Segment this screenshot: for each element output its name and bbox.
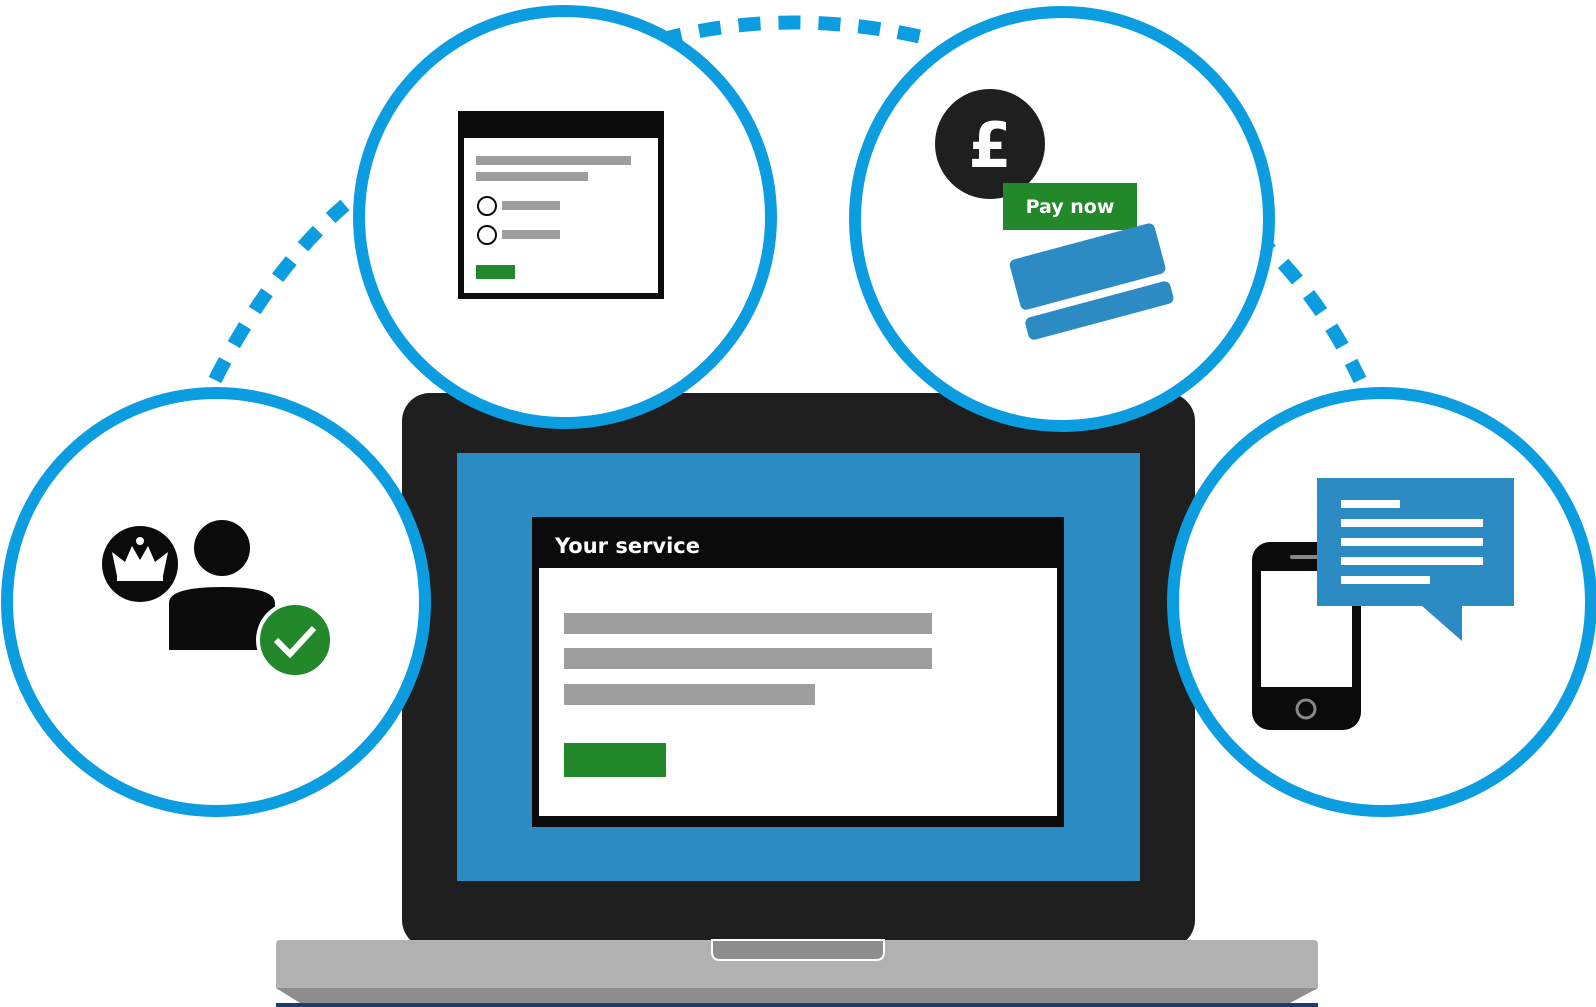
- pay-now-label: Pay now: [1026, 196, 1115, 218]
- bubble-line-2: [1341, 519, 1483, 527]
- form-submit-button: [476, 265, 515, 279]
- bubble-line-4: [1341, 557, 1483, 565]
- form-radio-1: [477, 196, 497, 216]
- crown-jewel: [136, 537, 144, 545]
- trackpad-notch: [711, 939, 885, 961]
- bubble-line-1: [1341, 500, 1400, 508]
- gov-services-diagram: Your service £ Pay now: [1, 5, 1596, 1007]
- service-window-title: Your service: [554, 534, 700, 558]
- person-icon: [194, 520, 250, 576]
- notify-circle: [1167, 387, 1596, 817]
- payment-circle: £ Pay now: [849, 6, 1275, 432]
- laptop-base-edge: [276, 1003, 1318, 1007]
- content-line-3: [564, 684, 815, 705]
- bubble-line-5: [1341, 576, 1430, 584]
- identity-circle: [1, 387, 431, 817]
- phone-speaker: [1290, 555, 1320, 559]
- service-window: Your service: [532, 517, 1064, 827]
- laptop-base-lip: [276, 988, 1318, 1003]
- content-line-2: [564, 648, 932, 669]
- currency-symbol: £: [968, 109, 1011, 182]
- form-radio-2: [477, 225, 497, 245]
- form-circle: [353, 5, 777, 429]
- form-line-2: [476, 172, 588, 181]
- form-radio-label-2: [502, 230, 560, 239]
- service-continue-button: [564, 743, 666, 777]
- form-line-1: [476, 156, 631, 165]
- connector-identity-to-form: [208, 199, 350, 384]
- bubble-line-3: [1341, 538, 1483, 546]
- content-line-1: [564, 613, 932, 634]
- connector-form-to-payment: [658, 15, 937, 47]
- crown-band: [117, 576, 163, 581]
- check-icon: [256, 601, 334, 679]
- form-radio-label-1: [502, 201, 560, 210]
